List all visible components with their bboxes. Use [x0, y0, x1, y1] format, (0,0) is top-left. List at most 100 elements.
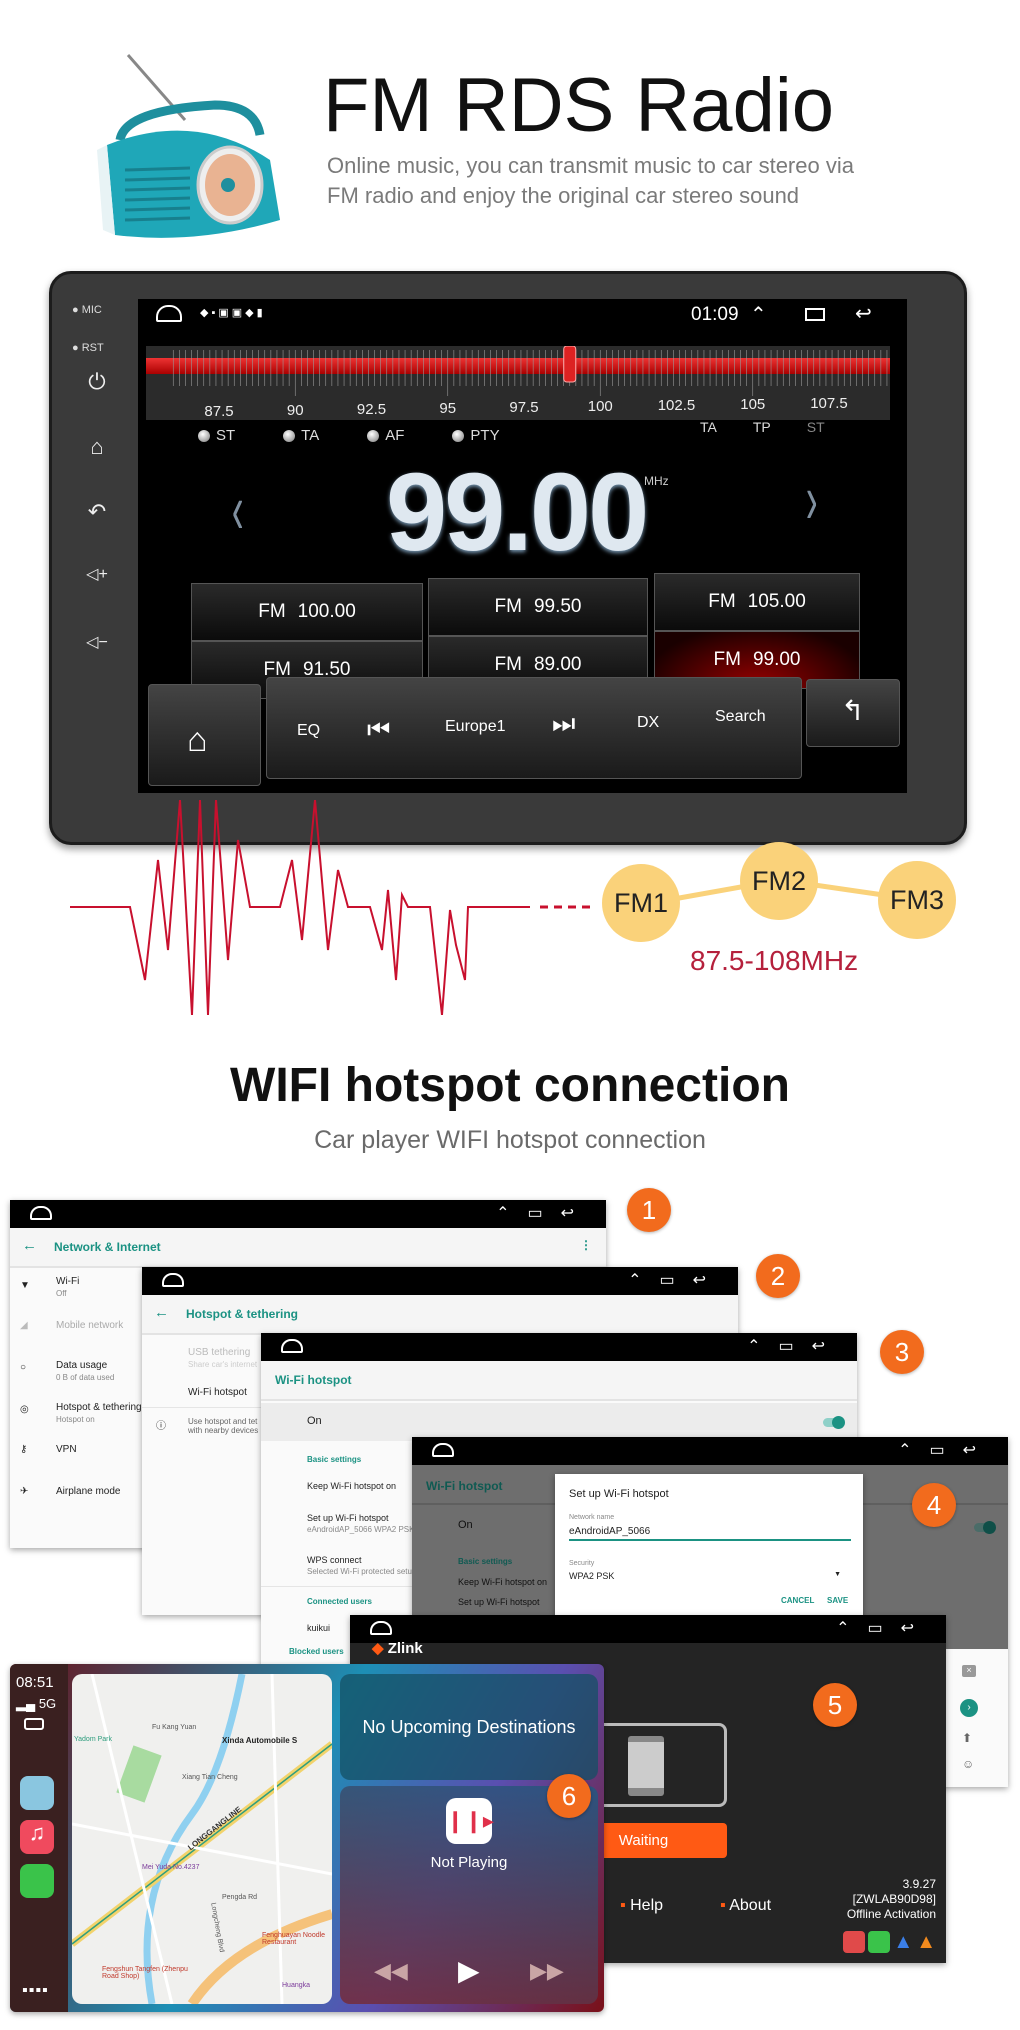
hotspot-on-row[interactable]: On: [261, 1403, 857, 1441]
dial-needle[interactable]: [563, 346, 577, 383]
next-station-icon[interactable]: ›: [806, 459, 818, 539]
app-grid-icon[interactable]: ▪▪▪▪: [22, 1982, 49, 2000]
dial-label: 107.5: [810, 395, 848, 412]
play-icon[interactable]: ▶: [458, 1954, 480, 1987]
podcast-app-icon: ❙❙▸: [446, 1798, 494, 1844]
preset-frequency: 99.50: [533, 596, 582, 617]
destinations-card[interactable]: No Upcoming Destinations: [340, 1674, 598, 1780]
music-app-icon[interactable]: ♫: [20, 1820, 54, 1854]
back-nav-icon[interactable]: ↩: [855, 301, 872, 326]
back-arrow-icon[interactable]: ←: [22, 1237, 37, 1254]
home-nav-icon[interactable]: [162, 1273, 184, 1287]
now-playing-card[interactable]: ❙❙▸ Not Playing ◀◀ ▶ ▶▶: [340, 1786, 598, 2004]
fast-forward-icon[interactable]: ▶▶: [530, 1958, 564, 1984]
messages-app-icon[interactable]: [20, 1864, 54, 1898]
connected-user[interactable]: kuikui: [307, 1623, 330, 1633]
security-select[interactable]: WPA2 PSK ▼: [569, 1571, 851, 1581]
list-item-hotspot[interactable]: Hotspot & tethering Hotspot on: [56, 1402, 142, 1424]
preset-button[interactable]: FM 105.00: [654, 573, 860, 631]
more-icon[interactable]: ⋮: [580, 1238, 592, 1252]
signal-waveform: [70, 800, 595, 1015]
nav-icons[interactable]: ⌃▭↩: [747, 1336, 843, 1356]
airplane-icon: ✈: [20, 1486, 29, 1497]
list-item-keep-on[interactable]: Keep Wi-Fi hotspot on: [307, 1481, 396, 1491]
map-label: Mei Yuda No.4237: [142, 1864, 200, 1871]
nav-icons[interactable]: ⌃▭↩: [628, 1270, 724, 1290]
hotspot-toggle[interactable]: [823, 1416, 845, 1429]
hotspot-toggle[interactable]: [974, 1521, 996, 1534]
list-item-vpn[interactable]: VPN: [56, 1444, 77, 1455]
map-label: Huangka: [282, 1982, 311, 1989]
reset-button[interactable]: ● RST: [72, 342, 104, 354]
home-nav-icon[interactable]: [281, 1339, 303, 1353]
delete-key-icon[interactable]: ×: [962, 1665, 976, 1677]
list-item-wifi[interactable]: Wi-Fi Off: [56, 1276, 79, 1298]
indicator-ta[interactable]: TA: [283, 427, 319, 444]
help-button[interactable]: ▪ Help: [620, 1897, 663, 1915]
return-button[interactable]: ↰: [806, 679, 900, 747]
section-subtitle-line: FM radio and enjoy the original car ster…: [327, 183, 800, 208]
volume-up-icon[interactable]: ◁+: [82, 564, 112, 584]
about-button[interactable]: ▪ About: [720, 1897, 771, 1915]
recent-apps-icon[interactable]: [805, 308, 825, 321]
seek-back-icon[interactable]: ⏮: [367, 714, 390, 746]
step-badge-3: 3: [880, 1330, 924, 1374]
shift-key-icon[interactable]: ⬆: [962, 1731, 972, 1745]
home-nav-icon[interactable]: [30, 1206, 52, 1220]
band-fm2: FM2: [740, 842, 818, 920]
carplay-dock: 08:51 ▂▄ 5G ♫ ▪▪▪▪: [10, 1664, 68, 2012]
expand-icon[interactable]: ⌃: [750, 302, 767, 327]
preset-button[interactable]: FM 99.50: [428, 578, 648, 636]
previous-station-icon[interactable]: ‹: [232, 469, 244, 549]
preset-band: FM: [258, 601, 286, 622]
connected-users-heading: Connected users: [307, 1597, 372, 1606]
flag-ta: TA: [700, 419, 717, 435]
home-nav-icon[interactable]: [432, 1443, 454, 1457]
emoji-key-icon[interactable]: ☺: [962, 1757, 974, 1771]
save-button[interactable]: SAVE: [827, 1596, 848, 1605]
list-item-airplane-mode[interactable]: Airplane mode: [56, 1486, 120, 1497]
rewind-icon[interactable]: ◀◀: [374, 1958, 408, 1984]
list-item-data-usage[interactable]: Data usage 0 B of data used: [56, 1360, 114, 1382]
dial-label: 102.5: [658, 397, 696, 414]
basic-settings-heading: Basic settings: [307, 1455, 362, 1464]
list-item-wps[interactable]: WPS connect Selected Wi-Fi protected setu…: [307, 1555, 416, 1576]
dial-label: 87.5: [204, 403, 233, 420]
eq-button[interactable]: EQ: [297, 722, 320, 740]
list-item-wifi-hotspot[interactable]: Wi-Fi hotspot: [188, 1387, 247, 1398]
network-name-input[interactable]: eAndroidAP_5066: [569, 1526, 851, 1541]
list-item-setup[interactable]: Set up Wi-Fi hotspot eAndroidAP_5066 WPA2…: [307, 1513, 414, 1534]
band-fm3: FM3: [878, 861, 956, 939]
signal-indicator: ▂▄ 5G: [16, 1696, 57, 1711]
home-icon[interactable]: ⌂: [82, 434, 112, 460]
indicator-af[interactable]: AF: [367, 427, 404, 444]
power-icon[interactable]: ⏻: [82, 369, 112, 395]
map-view[interactable]: Xinda Automobile S Xiang Tian Cheng Fu K…: [72, 1674, 332, 2004]
seek-forward-icon[interactable]: ⏭: [552, 708, 575, 740]
nav-icons[interactable]: ⌃▭↩: [836, 1618, 932, 1638]
preset-button[interactable]: FM 100.00: [191, 583, 423, 641]
info-text: Use hotspot and tet with nearby devices: [188, 1417, 259, 1435]
home-nav-icon[interactable]: [156, 305, 182, 322]
android-auto-icon: ▲: [893, 1931, 914, 1953]
next-key-icon[interactable]: ›: [960, 1699, 978, 1717]
maps-app-icon[interactable]: [20, 1776, 54, 1810]
nav-icons[interactable]: ⌃▭↩: [496, 1203, 592, 1223]
back-arrow-icon[interactable]: ←: [154, 1304, 169, 1321]
security-label: Security: [569, 1560, 595, 1567]
home-button[interactable]: ⌂: [148, 684, 261, 786]
list-item-mobile-network[interactable]: Mobile network: [56, 1320, 123, 1331]
frequency-dial[interactable]: 87.5 90 92.5 95 97.5 100 102.5 105 107.5: [146, 346, 890, 420]
nav-icons[interactable]: ⌃▭↩: [898, 1440, 994, 1460]
search-button[interactable]: Search: [715, 708, 766, 726]
indicator-pty[interactable]: PTY: [452, 427, 500, 444]
preset-band: FM: [713, 649, 741, 670]
back-icon[interactable]: ↶: [82, 499, 112, 525]
cancel-button[interactable]: CANCEL: [781, 1596, 814, 1605]
volume-down-icon[interactable]: ◁−: [82, 632, 112, 652]
section-subtitle: Car player WIFI hotspot connection: [314, 1126, 706, 1154]
indicator-st[interactable]: ST: [198, 427, 235, 444]
list-item-usb-tethering[interactable]: USB tethering Share car's internet: [188, 1347, 257, 1369]
home-nav-icon[interactable]: [370, 1621, 392, 1635]
dx-button[interactable]: DX: [637, 714, 659, 732]
